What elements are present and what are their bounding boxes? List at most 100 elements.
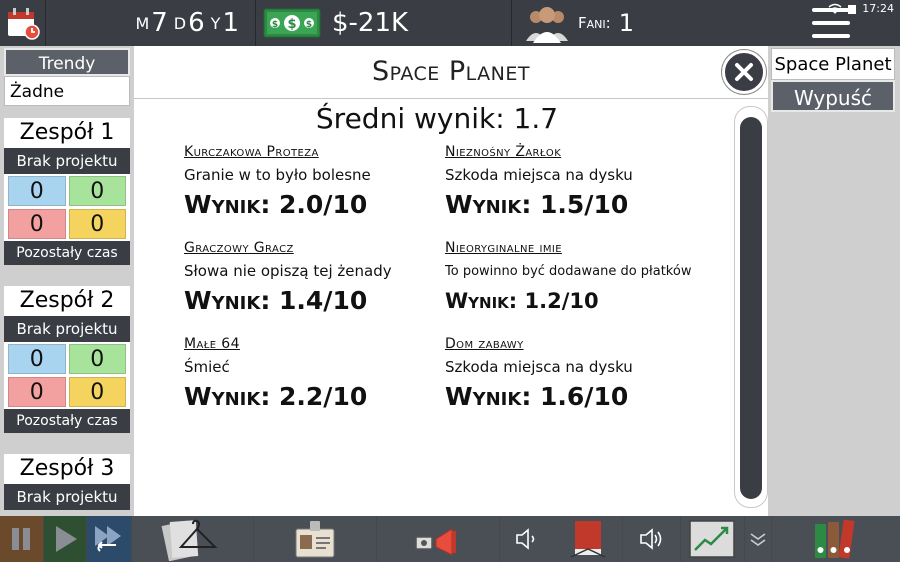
review-item: Nieznośny Żarłok Szkoda miejsca na dysku…	[445, 144, 724, 230]
money-value: $-21K	[332, 8, 409, 38]
top-bar: M 7 D 6 Y 1 $ $ $ $-21K Fani: 1 17:24	[0, 0, 900, 46]
clock: 17:24	[862, 2, 894, 15]
hiring-button[interactable]	[131, 516, 255, 562]
review-score: Wynik: 1.6/10	[445, 382, 629, 411]
volume-up-panel[interactable]	[622, 516, 681, 562]
calendar-icon	[7, 8, 40, 40]
project-panel: Space Planet Wypuść	[768, 46, 900, 516]
review-scrollbar[interactable]	[734, 106, 768, 508]
staff-button[interactable]	[254, 516, 378, 562]
review-comment: Szkoda miejsca na dysku	[445, 166, 633, 184]
review-score: Wynik: 1.2/10	[445, 289, 599, 313]
bottom-toolbar	[0, 516, 900, 562]
team-name: Zespół 1	[4, 118, 130, 148]
game-date: M 7 D 6 Y 1	[46, 0, 256, 46]
stat-blue: 0	[8, 176, 66, 206]
reviewer-name: Dom zabawy	[445, 336, 524, 352]
close-button[interactable]	[722, 50, 766, 94]
review-score: Wynik: 1.4/10	[184, 286, 368, 315]
team-status: Brak projektu	[4, 484, 130, 510]
week-label: D	[173, 13, 187, 33]
chart-icon	[689, 520, 736, 558]
week-value: 6	[188, 8, 205, 38]
money-icon: $ $ $	[263, 8, 321, 38]
reviewer-name: Małe 64	[184, 336, 240, 352]
book-icon	[570, 521, 606, 558]
review-item: Kurczakowa Proteza Granie w to było bole…	[184, 144, 445, 230]
review-comment: Szkoda miejsca na dysku	[445, 358, 633, 376]
play-button[interactable]	[43, 516, 88, 562]
scrollbar-thumb[interactable]	[740, 117, 762, 499]
dialog-divider	[134, 98, 768, 99]
megaphone-icon	[415, 528, 456, 556]
review-score: Wynik: 1.5/10	[445, 190, 629, 219]
team-time-left: Pozostały czas	[4, 241, 130, 265]
folders-icon	[814, 519, 855, 559]
stat-yellow: 0	[68, 377, 126, 407]
pause-button[interactable]	[0, 516, 44, 562]
trends-value: Żadne	[4, 76, 130, 106]
stat-green: 0	[68, 176, 126, 206]
month-label: M	[135, 13, 150, 33]
battery-icon	[848, 4, 857, 14]
volume-down-icon[interactable]	[514, 526, 540, 552]
trends-title: Trendy	[4, 48, 130, 76]
calendar-button[interactable]	[0, 0, 46, 46]
reviewer-name: Kurczakowa Proteza	[184, 144, 319, 160]
close-icon	[735, 63, 753, 81]
release-button[interactable]: Wypuść	[771, 80, 895, 112]
fans-icon	[526, 7, 568, 43]
review-comment: To powinno być dodawane do płatków	[445, 264, 692, 279]
fans-display[interactable]: Fani: 1	[512, 0, 768, 46]
team-status: Brak projektu	[4, 316, 130, 342]
fast-forward-button[interactable]	[87, 516, 132, 562]
play-icon	[55, 526, 77, 552]
team-card[interactable]: Zespół 2 Brak projektu 0 0 0 0 Pozostały…	[4, 286, 130, 433]
review-dialog: Space Planet Średni wynik: 1.7 Kurczakow…	[134, 46, 768, 516]
team-stats: 0 0 0 0	[4, 342, 130, 409]
team-card[interactable]: Zespół 1 Brak projektu 0 0 0 0 Pozostały…	[4, 118, 130, 265]
expand-button[interactable]	[745, 516, 772, 562]
stats-button[interactable]	[680, 516, 746, 562]
review-score: Wynik: 2.2/10	[184, 382, 368, 411]
stat-blue: 0	[8, 344, 66, 374]
team-card[interactable]: Zespół 3 Brak projektu	[4, 454, 130, 510]
stat-green: 0	[68, 344, 126, 374]
year-value: 1	[222, 8, 239, 38]
stat-red: 0	[8, 209, 66, 239]
review-item: Graczowy Gracz Słowa nie opiszą tej żena…	[184, 240, 445, 326]
review-item: Małe 64 Śmieć Wynik: 2.2/10	[184, 336, 445, 422]
money-display[interactable]: $ $ $ $-21K	[256, 0, 512, 46]
archive-button[interactable]	[771, 516, 900, 562]
trends-panel[interactable]: Trendy Żadne	[4, 48, 130, 106]
reviewer-name: Nieoryginalne imie	[445, 240, 562, 256]
svg-text:$: $	[287, 17, 296, 32]
review-item: Nieoryginalne imie To powinno być dodawa…	[445, 240, 724, 326]
team-time-left: Pozostały czas	[4, 409, 130, 433]
review-comment: Granie w to było bolesne	[184, 166, 371, 184]
team-sidebar: Trendy Żadne Zespół 1 Brak projektu 0 0 …	[0, 46, 134, 516]
fast-forward-icon	[94, 526, 121, 552]
team-name: Zespół 3	[4, 454, 130, 484]
year-label: Y	[210, 13, 221, 33]
system-status: 17:24	[828, 2, 894, 15]
review-item: Dom zabawy Szkoda miejsca na dysku Wynik…	[445, 336, 724, 422]
wifi-icon	[828, 3, 842, 14]
volume-up-icon[interactable]	[638, 526, 664, 552]
month-value: 7	[151, 8, 168, 38]
pause-icon	[12, 528, 31, 550]
dialog-title: Space Planet	[371, 56, 531, 87]
average-score: Średni wynik: 1.7	[315, 102, 559, 135]
hanger-icon	[161, 519, 218, 561]
fans-label: Fani:	[578, 14, 611, 32]
marketing-button[interactable]	[377, 516, 500, 562]
stat-yellow: 0	[68, 209, 126, 239]
reviewer-name: Graczowy Gracz	[184, 240, 294, 256]
reviewer-name: Nieznośny Żarłok	[445, 144, 562, 160]
project-game-name: Space Planet	[771, 48, 895, 80]
volume-panel[interactable]	[499, 516, 623, 562]
svg-text:$: $	[306, 20, 312, 30]
stat-red: 0	[8, 377, 66, 407]
review-list: Kurczakowa Proteza Granie w to było bole…	[184, 144, 724, 422]
team-stats: 0 0 0 0	[4, 174, 130, 241]
